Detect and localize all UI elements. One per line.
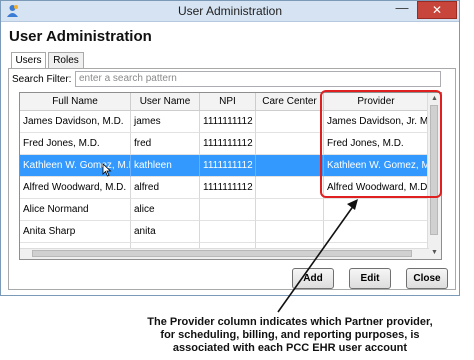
annotation-line-1: The Provider column indicates which Part… bbox=[147, 316, 433, 328]
callout-arrow-icon bbox=[277, 199, 358, 313]
annotation-line-3: associated with each PCC EHR user accoun… bbox=[172, 342, 408, 354]
annotation-line-2: for scheduling, billing, and reporting p… bbox=[160, 329, 420, 341]
annotation-caption: The Provider column indicates which Part… bbox=[125, 316, 455, 355]
